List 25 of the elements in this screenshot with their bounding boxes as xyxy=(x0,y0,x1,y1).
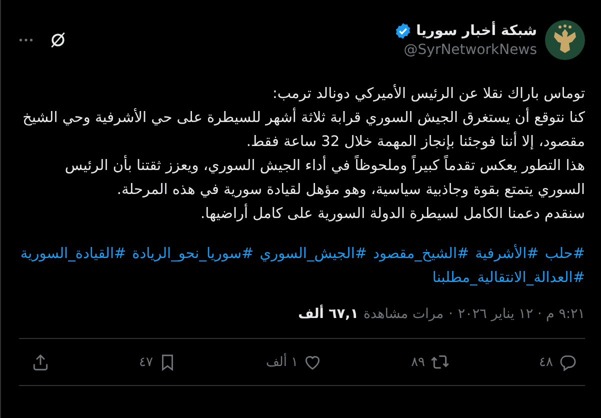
repost-button[interactable]: ٨٩ xyxy=(409,350,452,374)
tweet-paragraph: كنا نتوقع أن يستغرق الجيش السوري قرابة ثلاثة أشهر للسيطرة على حي الأشرفية وحي الشيخ مقصود، إلا أننا فوجئنا بإنجاز المهمة خلال 32 ساعة فقط. xyxy=(19,106,585,154)
avatar-icon[interactable] xyxy=(545,20,585,60)
tweet-paragraph: سنقدم دعمنا الكامل لسيطرة الدولة السورية على كامل أراضيها. xyxy=(19,202,585,226)
author-handle[interactable]: @SyrNetworkNews xyxy=(394,42,537,58)
hashtag-link[interactable]: #العدالة_الانتقالية_مطلبنا xyxy=(432,266,585,290)
speech-bubble-icon xyxy=(558,352,577,372)
more-icon[interactable] xyxy=(19,38,33,42)
tweet-paragraph: توماس باراك نقلا عن الرئيس الأميركي دونالد ترمب: xyxy=(272,83,585,104)
separator-dot: · xyxy=(448,306,453,322)
reply-button[interactable]: ٤٨ xyxy=(537,350,579,374)
hashtag-link[interactable]: #سوريا_نحو_الريادة xyxy=(132,242,254,266)
hashtag-link[interactable]: #الأشرفية xyxy=(475,242,539,266)
like-button[interactable]: ١ ألف xyxy=(264,350,324,374)
hashtag-link[interactable]: #الشيخ_مقصود xyxy=(373,242,470,266)
share-icon xyxy=(31,352,50,372)
hashtag-link[interactable]: #الجيش_السوري xyxy=(260,242,368,266)
tweet-paragraph: هذا التطور يعكس تقدماً كبيراً وملحوظاً في أداء الجيش السوري، ويعزز ثقتنا بأن الرئيس السوري يتمتع بقوة وجاذبية سياسية، وهو مؤهل لقيادة سورية في هذه المرحلة. xyxy=(19,154,585,202)
hashtag-link[interactable]: #حلب xyxy=(544,242,585,266)
views-count: ٦٧,١ ألف xyxy=(298,306,358,322)
hashtag-link[interactable]: #القيادة_السورية xyxy=(20,242,126,266)
author-name[interactable]: شبكة أخبار سوريا xyxy=(416,23,537,39)
views-label: مرات مشاهدة xyxy=(363,306,444,322)
timestamp[interactable]: ٩:٢١ م · ١٢ يناير ٢٠٢٦ xyxy=(458,306,585,322)
bookmark-button[interactable]: ٤٧ xyxy=(136,350,179,374)
